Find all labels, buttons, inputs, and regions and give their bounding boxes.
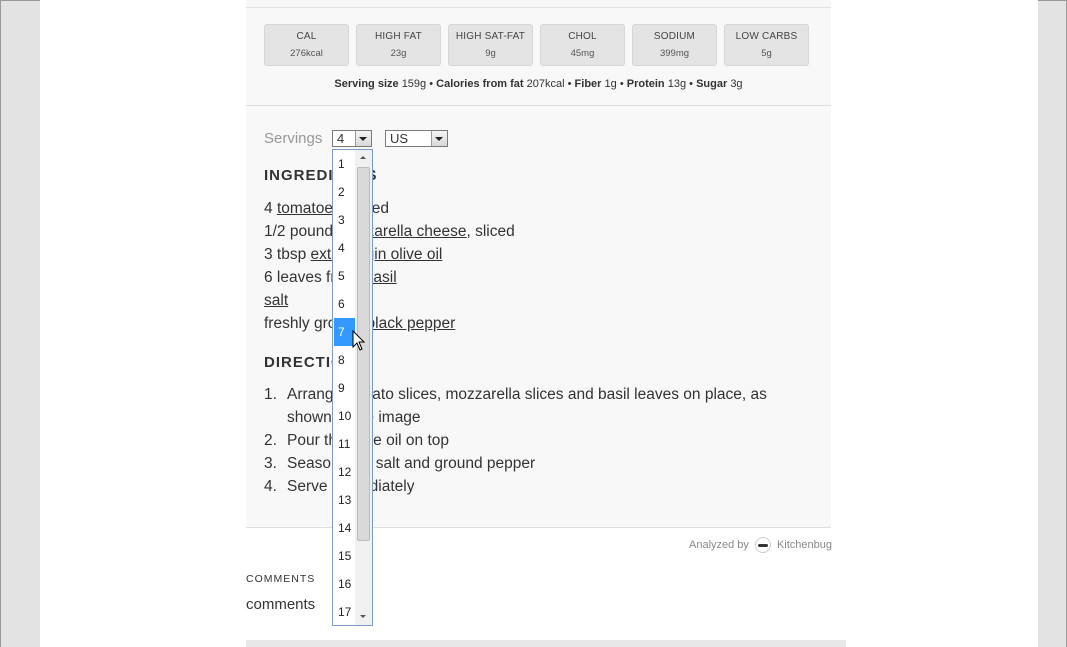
dropdown-option[interactable]: 13 [334, 486, 355, 514]
dropdown-option[interactable]: 2 [334, 178, 355, 206]
fiber-label: Fiber [574, 78, 602, 90]
comments-text: comments [246, 596, 316, 613]
chevron-down-icon[interactable] [431, 131, 447, 146]
section-divider [246, 105, 831, 106]
units-select-value: US [390, 131, 409, 146]
dropdown-option[interactable]: 1 [334, 150, 355, 178]
cal-fat-value: 207kcal [526, 78, 565, 90]
nutrition-value: 45mg [570, 48, 595, 59]
dropdown-option[interactable]: 17 [334, 598, 355, 625]
ingredient-qty: 3 tbsp [264, 246, 311, 263]
ingredient-note: , sliced [466, 223, 515, 240]
nutrition-badge-chol: CHOL 45mg [540, 24, 625, 66]
separator: • [619, 78, 624, 90]
dropdown-option[interactable]: 12 [334, 458, 355, 486]
chevron-down-icon[interactable] [355, 131, 371, 146]
scroll-up-icon[interactable] [355, 150, 372, 166]
cal-fat-label: Calories from fat [436, 78, 524, 90]
ingredient-item: 3 tbsp extra virgin olive oil [264, 243, 515, 266]
dropdown-option[interactable]: 4 [334, 234, 355, 262]
dropdown-scrollbar[interactable] [355, 150, 372, 625]
units-select[interactable]: US [385, 130, 448, 147]
nutrition-label: SODIUM [653, 31, 696, 42]
step-number: 1. [264, 386, 277, 403]
mustache-icon [754, 537, 771, 553]
nutrition-label: CHOL [568, 31, 597, 42]
analyzed-by[interactable]: Analyzed by Kitchenbug [689, 537, 832, 553]
nutrition-label: LOW CARBS [735, 31, 798, 42]
ingredient-link[interactable]: extra virgin olive oil [311, 246, 443, 263]
footer-bar [246, 640, 846, 647]
dropdown-option[interactable]: 10 [334, 402, 355, 430]
nutrition-badge-fat: HIGH FAT 23g [356, 24, 441, 66]
protein-value: 13g [667, 78, 687, 90]
separator: • [689, 78, 693, 90]
dropdown-option[interactable]: 11 [334, 430, 355, 458]
serving-size-value: 159g [401, 78, 427, 90]
dropdown-option[interactable]: 6 [334, 290, 355, 318]
servings-label: Servings [264, 130, 323, 147]
nutrition-value: 9g [485, 48, 496, 59]
serving-size-label: Serving size [334, 78, 399, 90]
ingredient-item: freshly ground black pepper [264, 312, 515, 335]
servings-select-value: 4 [337, 131, 345, 146]
dropdown-option[interactable]: 5 [334, 262, 355, 290]
nutrition-badges: CAL 276kcal HIGH FAT 23g HIGH SAT-FAT 9g… [264, 24, 809, 66]
servings-dropdown-list[interactable]: 1 2 3 4 5 6 7 8 9 10 11 12 13 14 15 16 1… [332, 149, 373, 626]
nutrition-label: CAL [296, 31, 317, 42]
dropdown-option[interactable]: 9 [334, 374, 355, 402]
servings-select[interactable]: 4 [332, 130, 372, 147]
step-number: 4. [264, 478, 277, 495]
ingredient-link[interactable]: black pepper [367, 315, 456, 332]
nutrition-label: HIGH SAT-FAT [455, 31, 526, 42]
dropdown-option[interactable]: 16 [334, 570, 355, 598]
nutrition-label: HIGH FAT [375, 31, 422, 42]
sugar-value: 3g [730, 78, 743, 90]
serving-summary: Serving size 159g • Calories from fat 20… [246, 78, 831, 90]
nutrition-badge-sodium: SODIUM 399mg [632, 24, 717, 66]
step-text: Season with salt and ground pepper [287, 455, 536, 472]
analyzed-by-label: Analyzed by [689, 539, 749, 551]
scrollbar-thumb[interactable] [357, 167, 370, 541]
dropdown-option[interactable]: 3 [334, 206, 355, 234]
kitchenbug-link[interactable]: Kitchenbug [777, 539, 832, 551]
window-border-left [0, 0, 1, 647]
separator: • [567, 78, 572, 90]
card-top-divider [246, 7, 831, 8]
ingredients-list: 4 tomatoes, sliced 1/2 pound mozzarella … [264, 197, 515, 335]
scroll-down-icon[interactable] [355, 609, 372, 625]
ingredient-item: 6 leaves fresh basil [264, 266, 515, 289]
nutrition-badge-carbs: LOW CARBS 5g [724, 24, 809, 66]
ingredient-qty: 4 [264, 200, 277, 217]
separator: • [429, 78, 434, 90]
nutrition-value: 276kcal [290, 48, 323, 59]
ingredient-qty: 1/2 pound [264, 223, 338, 240]
sugar-label: Sugar [696, 78, 728, 90]
nutrition-value: 5g [761, 48, 772, 59]
step-number: 2. [264, 432, 277, 449]
mouse-cursor-icon [352, 330, 366, 351]
nutrition-value: 23g [390, 48, 407, 59]
ingredient-item: 1/2 pound mozzarella cheese, sliced [264, 220, 515, 243]
step-number: 3. [264, 455, 277, 472]
fiber-value: 1g [604, 78, 617, 90]
nutrition-badge-sat-fat: HIGH SAT-FAT 9g [448, 24, 533, 66]
ingredient-link[interactable]: salt [264, 292, 288, 309]
comments-heading: COMMENTS [246, 573, 316, 585]
protein-label: Protein [626, 78, 665, 90]
dropdown-option[interactable]: 15 [334, 542, 355, 570]
nutrition-value: 399mg [659, 48, 690, 59]
dropdown-option[interactable]: 14 [334, 514, 355, 542]
ingredient-item: salt [264, 289, 515, 312]
ingredient-item: 4 tomatoes, sliced [264, 197, 515, 220]
nutrition-badge-cal: CAL 276kcal [264, 24, 349, 66]
